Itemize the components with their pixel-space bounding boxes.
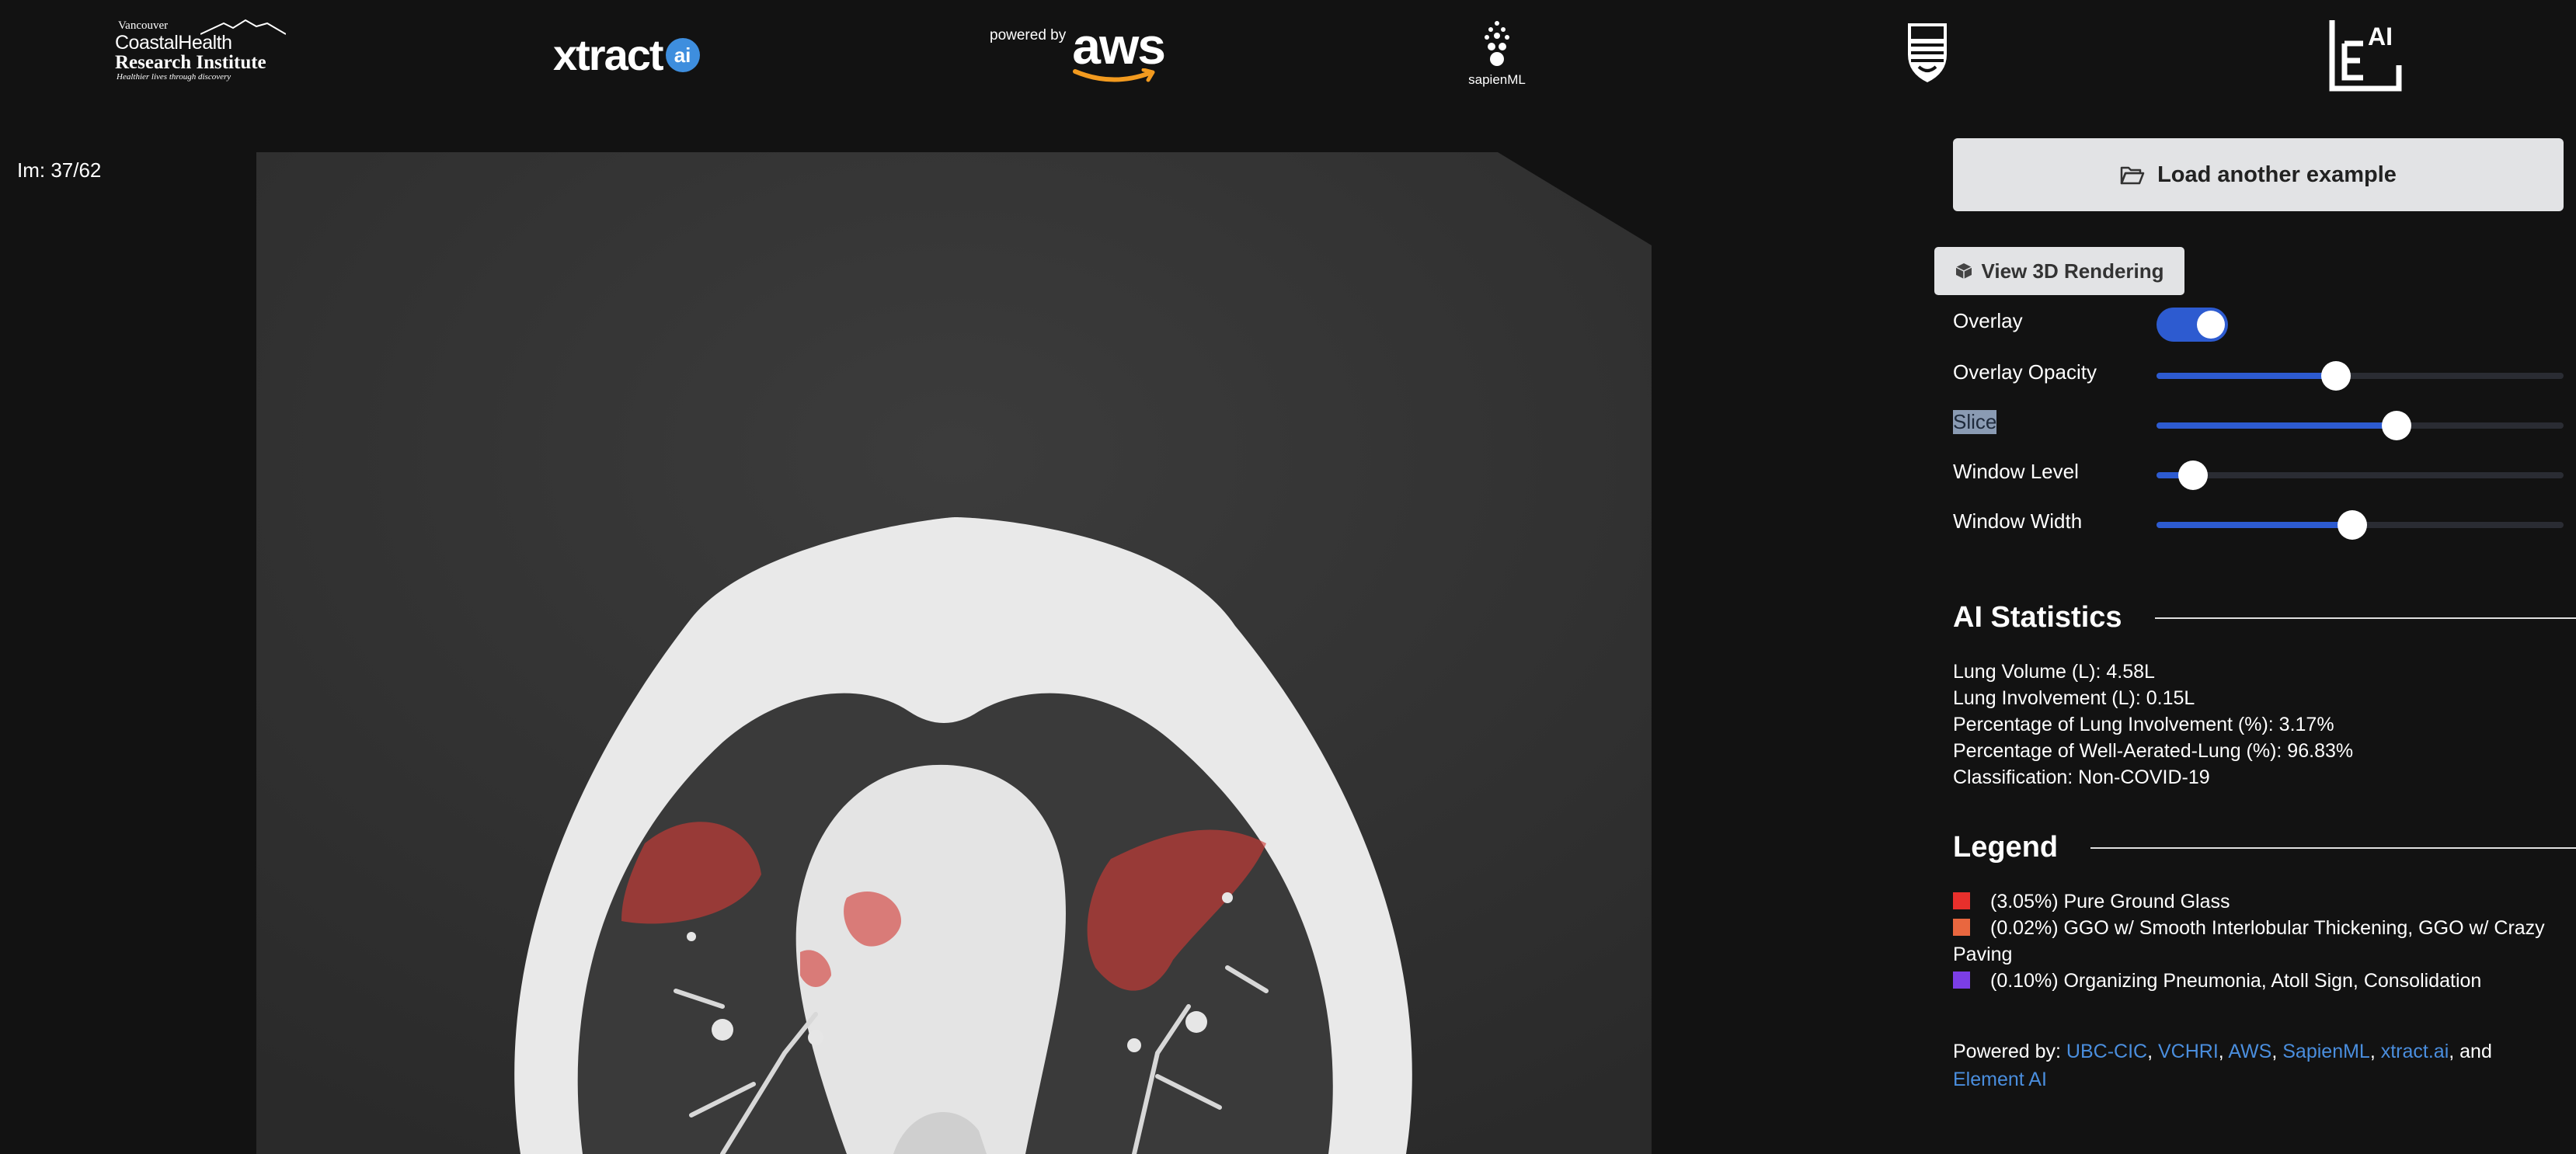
element-ai-logo[interactable]: AI — [2327, 17, 2405, 92]
link-xtract-ai[interactable]: xtract.ai — [2381, 1041, 2449, 1062]
view-3d-label: View 3D Rendering — [1981, 259, 2164, 283]
powered-by-and: , and — [2449, 1041, 2492, 1062]
window-level-label: Window Level — [1953, 460, 2079, 483]
slice-thumb[interactable] — [2382, 411, 2412, 440]
overlay-opacity-label: Overlay Opacity — [1953, 360, 2097, 384]
legend-item-text: (0.10%) Organizing Pneumonia, Atoll Sign… — [1990, 970, 2482, 992]
vchri-logo-line3: Research Institute — [115, 52, 266, 73]
link-sapienml[interactable]: SapienML — [2282, 1041, 2370, 1062]
legend-list: (3.05%) Pure Ground Glass (0.02%) GGO w/… — [1953, 888, 2567, 994]
vchri-logo[interactable]: Vancouver CoastalHealth Research Institu… — [115, 19, 286, 82]
vchri-logo-tagline: Healthier lives through discovery — [117, 72, 231, 82]
legend-heading: Legend — [1953, 831, 2576, 864]
load-example-label: Load another example — [2157, 162, 2397, 187]
legend-swatch — [1953, 892, 1970, 909]
ubc-logo[interactable] — [1905, 22, 1950, 88]
overlay-toggle[interactable] — [2157, 308, 2228, 342]
legend-divider — [2090, 846, 2576, 849]
ai-statistics-list: Lung Volume (L): 4.58L Lung Involvement … — [1953, 659, 2353, 791]
legend-item-text: (3.05%) Pure Ground Glass — [1990, 891, 2230, 912]
link-ubc-cic[interactable]: UBC-CIC — [2066, 1041, 2147, 1062]
ct-viewer[interactable] — [256, 152, 1652, 1154]
ai-statistics-title: AI Statistics — [1953, 601, 2122, 634]
xtract-logo-text: xtract — [553, 30, 664, 79]
powered-by-prefix: Powered by: — [1953, 1041, 2066, 1062]
aws-logo-text: aws — [1072, 17, 1166, 75]
legend-title: Legend — [1953, 831, 2059, 864]
aws-logo[interactable]: powered by aws — [990, 17, 1166, 85]
element-ai-mark-icon: AI — [2329, 20, 2402, 92]
sapienml-dots-icon — [1485, 21, 1509, 66]
window-level-slider[interactable] — [2157, 461, 2564, 490]
link-aws[interactable]: AWS — [2228, 1041, 2271, 1062]
stat-well-aerated-percent: Percentage of Well-Aerated-Lung (%): 96.… — [1953, 740, 2354, 762]
logo-bar: Vancouver CoastalHealth Research Institu… — [0, 0, 2576, 109]
legend-swatch — [1953, 919, 1970, 936]
legend-item: (3.05%) Pure Ground Glass — [1953, 888, 2567, 915]
overlay-label: Overlay — [1953, 309, 2023, 332]
aws-powered-by: powered by — [990, 27, 1067, 43]
folder-open-icon — [2120, 166, 2145, 185]
mountain-icon — [200, 19, 286, 35]
ai-statistics-divider — [2154, 617, 2576, 619]
legend-item: (0.02%) GGO w/ Smooth Interlobular Thick… — [1953, 915, 2567, 968]
legend-swatch — [1953, 972, 1970, 989]
sapienml-logo-text: sapienML — [1468, 72, 1526, 87]
load-example-button[interactable]: Load another example — [1953, 138, 2564, 211]
xtract-ai-badge: ai — [665, 37, 700, 72]
slice-slider[interactable] — [2157, 411, 2564, 440]
ct-scan-image — [256, 152, 1652, 1154]
xtract-logo[interactable]: xtract ai — [553, 30, 700, 80]
link-vchri[interactable]: VCHRI — [2158, 1041, 2219, 1062]
stat-involvement-percent: Percentage of Lung Involvement (%): 3.17… — [1953, 714, 2334, 735]
window-width-label: Window Width — [1953, 509, 2083, 533]
ubc-crest-icon — [1908, 23, 1947, 82]
image-index-label: Im: 37/62 — [17, 158, 102, 182]
cube-icon — [1956, 263, 1972, 279]
window-level-thumb[interactable] — [2178, 461, 2209, 490]
overlay-opacity-slider[interactable] — [2157, 361, 2564, 391]
view-3d-button[interactable]: View 3D Rendering — [1934, 247, 2184, 295]
stat-lung-volume: Lung Volume (L): 4.58L — [1953, 661, 2155, 683]
stat-classification: Classification: Non-COVID-19 — [1953, 766, 2210, 788]
window-width-slider[interactable] — [2157, 510, 2564, 540]
ai-statistics-heading: AI Statistics — [1953, 601, 2576, 634]
legend-item: (0.10%) Organizing Pneumonia, Atoll Sign… — [1953, 968, 2567, 994]
link-element-ai[interactable]: Element AI — [1953, 1069, 2047, 1090]
legend-item-text: (0.02%) GGO w/ Smooth Interlobular Thick… — [1953, 917, 2545, 965]
window-width-thumb[interactable] — [2337, 510, 2367, 540]
slice-label: Slice — [1953, 410, 1997, 434]
powered-by-credits: Powered by: UBC-CIC, VCHRI, AWS, SapienM… — [1953, 1041, 2492, 1090]
svg-text:AI: AI — [2368, 23, 2393, 50]
overlay-opacity-thumb[interactable] — [2320, 361, 2351, 391]
overlay-toggle-knob — [2197, 311, 2225, 339]
sapienml-logo[interactable]: sapienML — [1465, 19, 1529, 88]
stat-lung-involvement: Lung Involvement (L): 0.15L — [1953, 687, 2195, 709]
